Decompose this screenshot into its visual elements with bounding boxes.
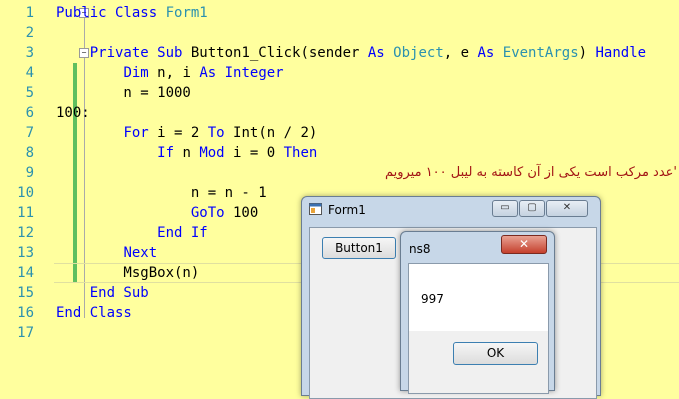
class-name: Form1 [157, 5, 208, 21]
outline-margin: − − [36, 0, 89, 391]
code-line: End If [56, 223, 208, 243]
keyword: End Sub [89, 285, 149, 301]
keyword: Then [283, 145, 318, 161]
code-line: n = 1000 [56, 85, 191, 101]
close-icon: ✕ [562, 202, 572, 213]
line-number: 9 [25, 165, 34, 181]
code-line: n = n - 1 [56, 185, 267, 201]
keyword: As [477, 45, 495, 61]
keyword: End If [157, 225, 208, 241]
line-number: 11 [17, 205, 34, 221]
close-button[interactable]: ✕ [546, 200, 588, 217]
code-line: GoTo 100 [56, 203, 258, 223]
line-number: 10 [17, 185, 34, 201]
line-number: 8 [25, 145, 34, 161]
code-line: Private Sub Button1_Click(sender As Obje… [56, 43, 646, 63]
line-number: 12 [17, 225, 34, 241]
code-text-span: Int(n / 2) [224, 125, 318, 141]
keyword: Public Class [56, 5, 158, 21]
code-text-span: ) [578, 45, 596, 61]
message-box-close-button[interactable]: ✕ [501, 235, 547, 254]
line-number: 6 [25, 105, 34, 121]
keyword: Mod [199, 145, 225, 161]
keyword: GoTo [190, 205, 225, 221]
code-line: Public Class Form1 [56, 3, 208, 23]
keyword: End Class [56, 305, 132, 321]
form1-titlebar[interactable]: Form1 ▭ ▢ ✕ [302, 197, 600, 223]
code-text-span: Button1_Click(sender [182, 45, 368, 61]
line-number: 3 [25, 45, 34, 61]
app-icon [309, 203, 322, 215]
line-number: 15 [17, 285, 34, 301]
keyword: Private Sub [89, 45, 183, 61]
keyword: Dim [123, 65, 149, 81]
code-comment: 'عدد مرکب است یکی از آن کاسته به لیبل ۱۰… [384, 165, 677, 180]
keyword: To [207, 125, 225, 141]
code-line: End Class [56, 303, 132, 323]
keyword: If [157, 145, 175, 161]
code-line: End Sub [56, 283, 149, 303]
message-box-footer: OK [409, 331, 548, 393]
code-line: Next [56, 243, 157, 263]
code-line: 100: [56, 105, 90, 121]
line-number: 2 [25, 25, 34, 41]
message-box[interactable]: ns8 ✕ 997 OK [400, 231, 555, 394]
minimize-icon: ▭ [500, 202, 510, 213]
code-line: MsgBox(n) [56, 265, 200, 281]
code-text-span: i = 0 [224, 145, 284, 161]
keyword: Handle [595, 45, 647, 61]
line-number: 7 [25, 125, 34, 141]
keyword: Next [123, 245, 158, 261]
button1[interactable]: Button1 [322, 237, 396, 259]
code-text-span: n [174, 145, 200, 161]
close-icon: ✕ [518, 237, 530, 251]
message-text: 997 [421, 292, 444, 306]
keyword: As [199, 65, 217, 81]
line-number: 4 [25, 65, 34, 81]
line-number: 14 [17, 265, 34, 281]
line-number: 1 [25, 5, 34, 21]
maximize-button[interactable]: ▢ [519, 200, 545, 217]
code-line: If n Mod i = 0 Then [56, 143, 317, 163]
form1-title: Form1 [328, 203, 366, 217]
keyword: Integer [224, 65, 284, 81]
line-number: 5 [25, 85, 34, 101]
line-number: 16 [17, 305, 34, 321]
code-text-span: n, i [148, 65, 200, 81]
line-number: 17 [17, 325, 34, 341]
line-number: 13 [17, 245, 34, 261]
maximize-icon: ▢ [527, 202, 537, 213]
code-text-span: 100 [224, 205, 259, 221]
ok-button[interactable]: OK [453, 342, 538, 365]
message-box-body: 997 OK [408, 263, 549, 394]
line-number-gutter: 1 2 3 4 5 6 7 8 9 10 11 12 13 14 15 16 1… [0, 0, 36, 391]
keyword: For [123, 125, 149, 141]
code-line: For i = 2 To Int(n / 2) [56, 123, 317, 143]
code-text-span: , e [443, 45, 478, 61]
type-name: Object [393, 45, 444, 61]
type-name: EventArgs [502, 45, 579, 61]
keyword: As [367, 45, 385, 61]
minimize-button[interactable]: ▭ [492, 200, 518, 217]
message-box-title: ns8 [409, 242, 431, 256]
code-text-span: i = 2 [148, 125, 208, 141]
code-line: Dim n, i As Integer [56, 63, 284, 83]
